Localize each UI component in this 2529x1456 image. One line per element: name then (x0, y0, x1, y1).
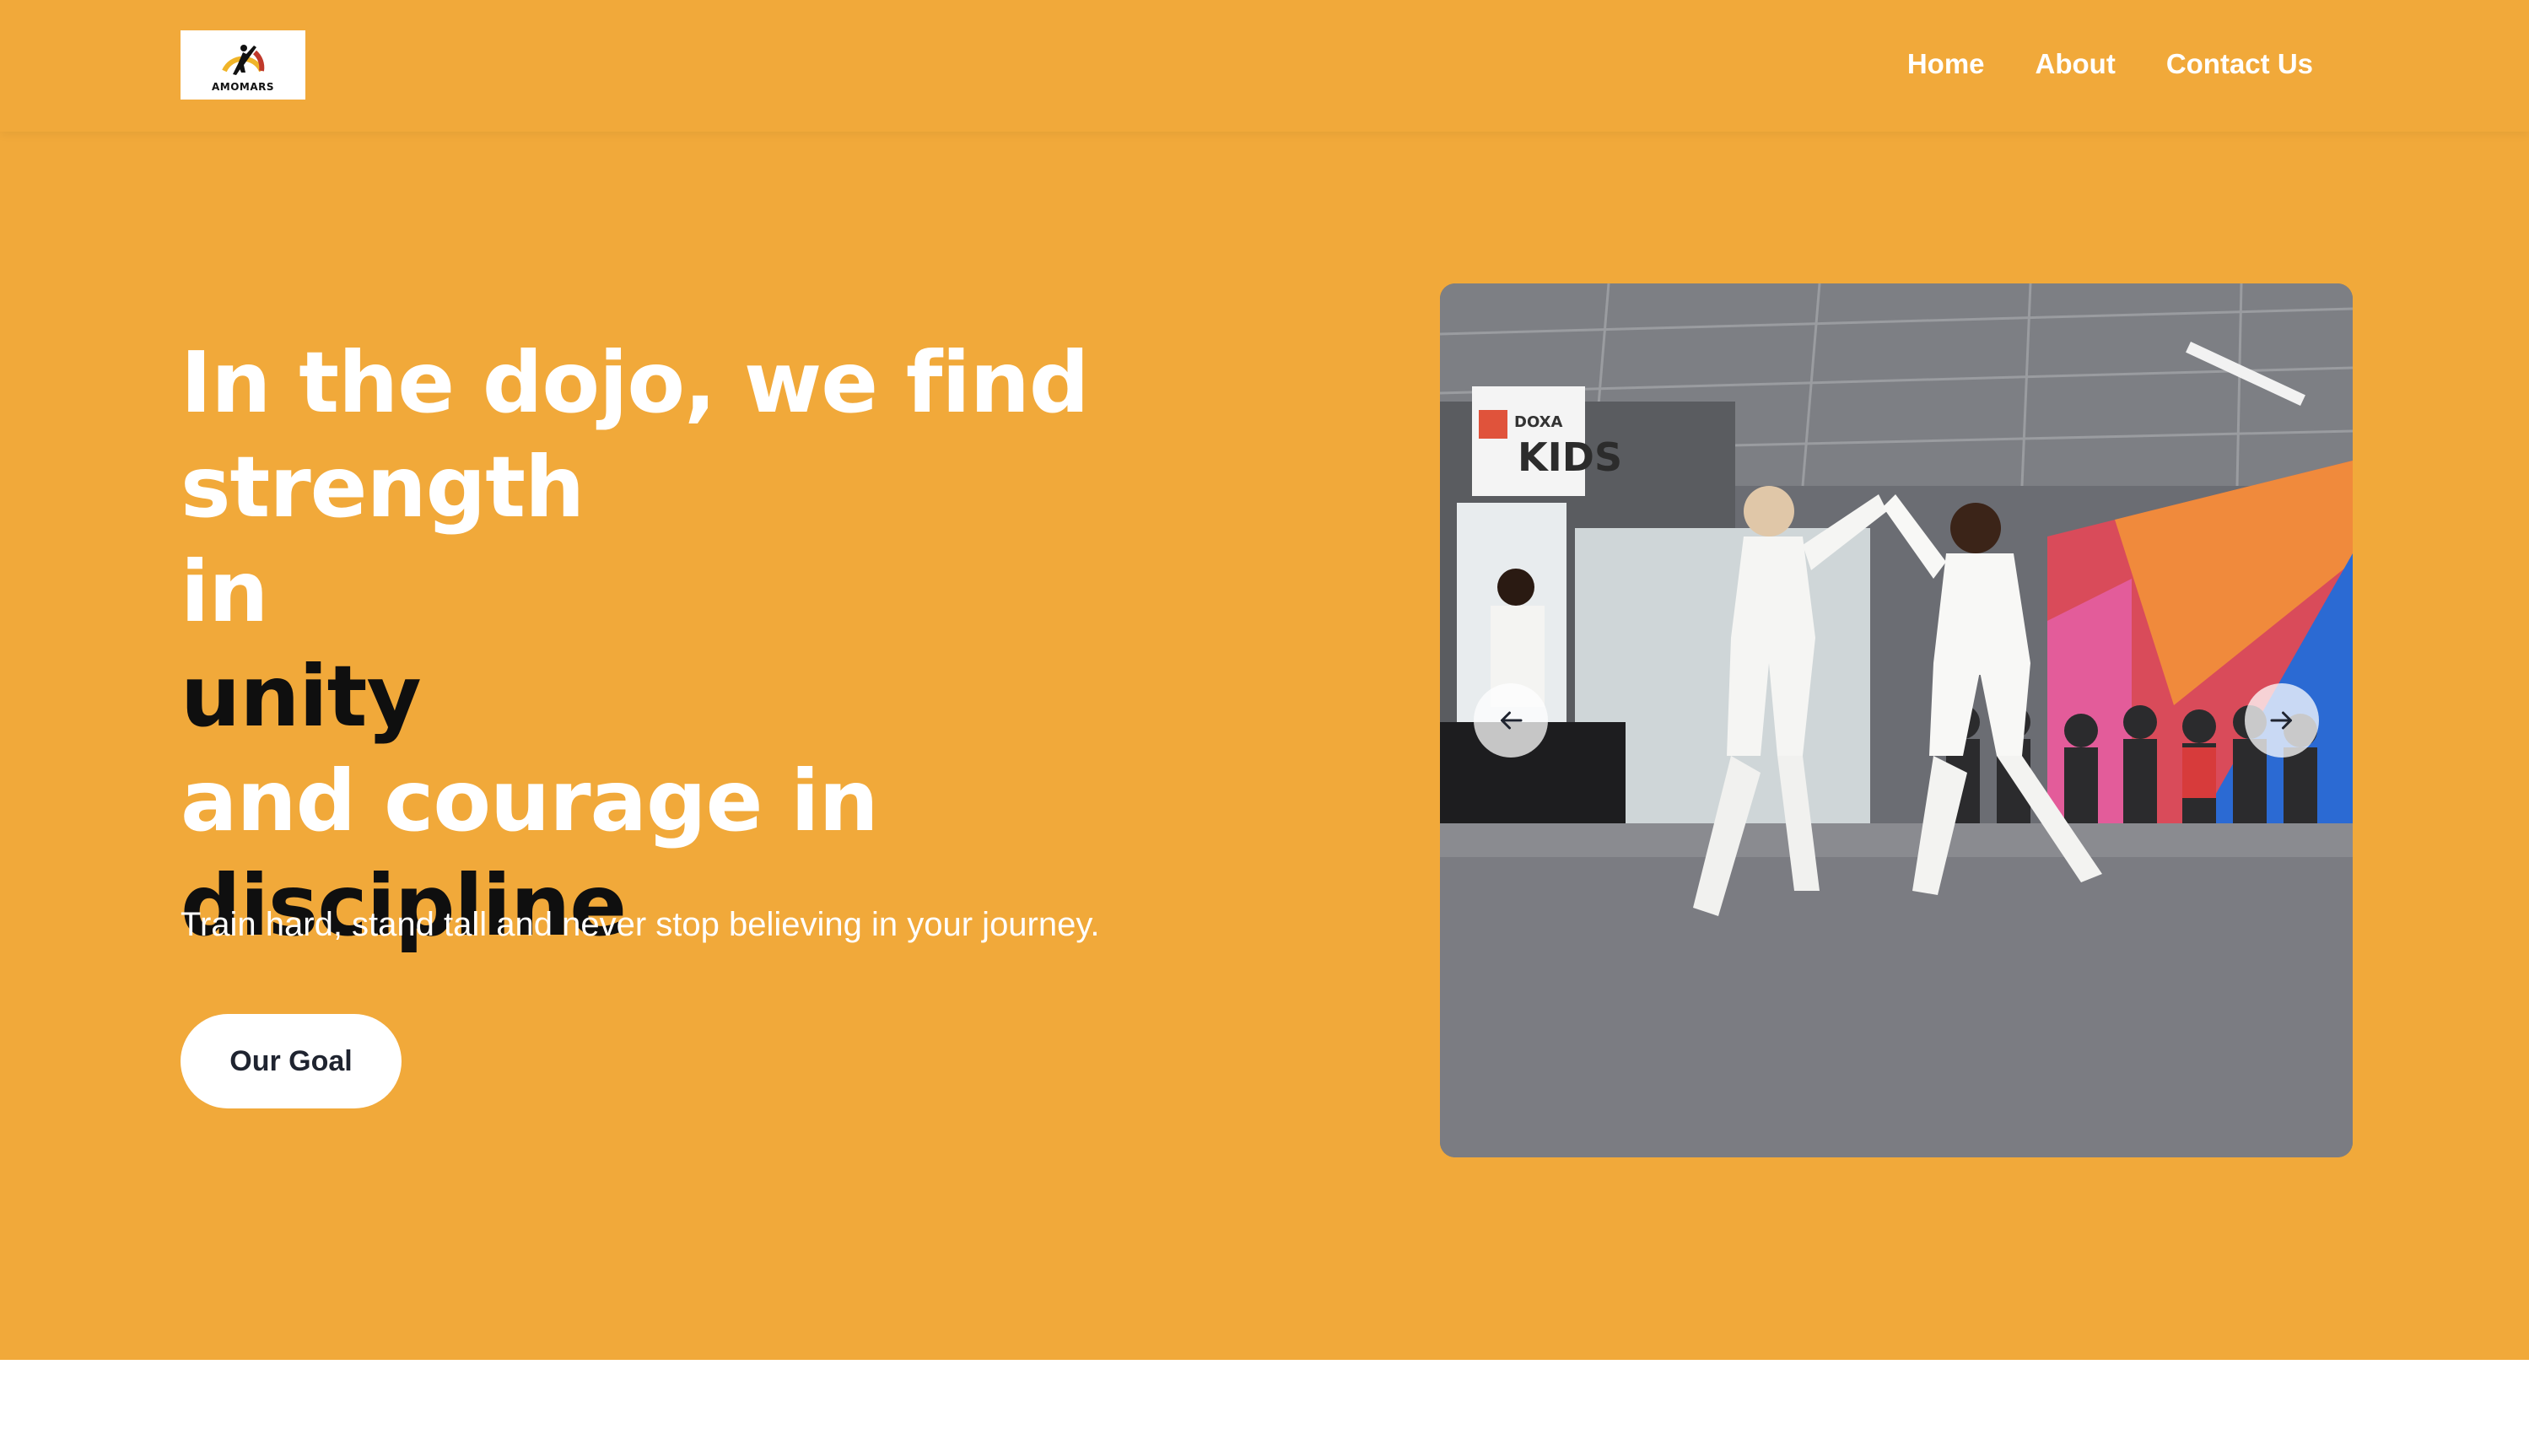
hero-headline: In the dojo, we find strength in unity a… (181, 331, 1378, 958)
headline-line-2: in (181, 542, 268, 641)
carousel-next-button[interactable] (2245, 683, 2319, 758)
image-carousel[interactable]: DOXA KIDS (1440, 283, 2353, 1157)
nav-link-about[interactable]: About (2036, 44, 2116, 84)
nav-link-home[interactable]: Home (1907, 44, 1985, 84)
main-nav: Home About Contact Us (1907, 44, 2313, 84)
headline-highlight-unity: unity (181, 647, 422, 746)
hero-section: AMOMARS Home About Contact Us In the doj… (0, 0, 2529, 1360)
karate-emblem-icon (218, 37, 268, 88)
hero-subtitle: Train hard, stand tall and never stop be… (181, 906, 1100, 943)
sign-text-bottom: KIDS (1518, 434, 1622, 480)
headline-line-4: and courage in (181, 752, 879, 850)
carousel-prev-button[interactable] (1474, 683, 1548, 758)
arrow-right-icon (2270, 711, 2292, 730)
nav-link-contact-us[interactable]: Contact Us (2166, 44, 2313, 84)
page: AMOMARS Home About Contact Us In the doj… (0, 0, 2529, 1456)
karate-sparring-photo: DOXA KIDS (1440, 283, 2353, 1157)
arrow-left-icon (1501, 711, 1523, 730)
our-goal-button[interactable]: Our Goal (181, 1014, 402, 1108)
navbar: AMOMARS Home About Contact Us (0, 0, 2529, 132)
site-logo[interactable]: AMOMARS (181, 30, 305, 100)
sign-text-top: DOXA (1514, 413, 1562, 431)
headline-line-1: In the dojo, we find strength (181, 333, 1089, 537)
